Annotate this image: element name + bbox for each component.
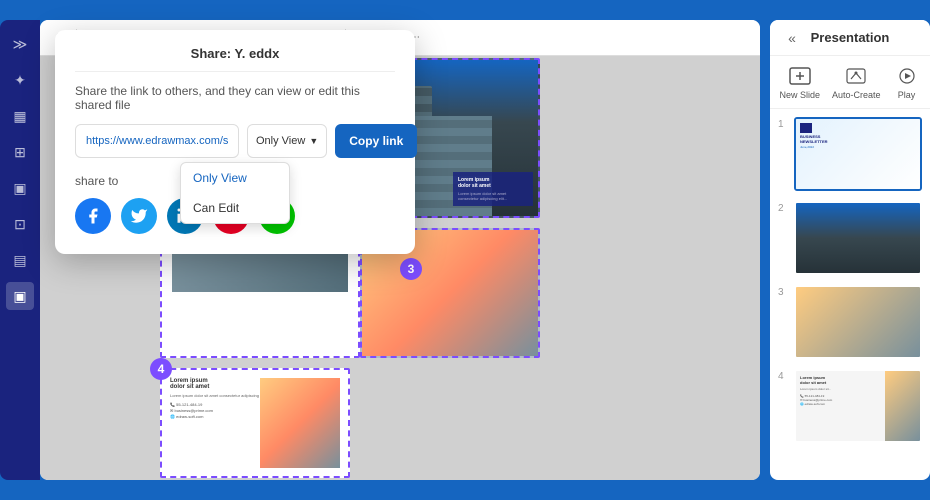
modal-link-row: Only View ▼ Copy link Only View Can Edit [75,124,395,158]
thumb4-body: Lorem ipsum dolor sit... [800,387,881,391]
share-modal: Share: Y. eddx Share the link to others,… [55,30,415,254]
thumb-2-img[interactable] [794,201,922,275]
panel-header: « Presentation [770,20,930,56]
slide-thumb-3[interactable]: 3 [778,285,922,359]
permission-dropdown-menu: Only View Can Edit [180,162,290,224]
twitter-share-button[interactable] [121,198,157,234]
dropdown-arrow: ▼ [309,136,318,146]
slide-thumb-4[interactable]: 4 Lorem ipsumdolor sit amet Lorem ipsum … [778,369,922,443]
slides-list: 1 BUSINESSNEWSLETTER June,2022 2 3 [770,109,930,461]
play-icon [893,64,921,88]
slide-thumb-1[interactable]: 1 BUSINESSNEWSLETTER June,2022 [778,117,922,191]
option-only-view[interactable]: Only View [181,163,289,193]
slide-badge-3: 3 [400,258,422,280]
facebook-share-button[interactable] [75,198,111,234]
sidebar-shapes-icon[interactable]: ✦ [6,66,34,94]
thumb1-logo [800,123,812,133]
new-slide-icon [786,64,814,88]
sidebar-presentation-icon[interactable]: ▣ [6,282,34,310]
slide4-image [260,378,340,468]
slide2-lorem: Lorem ipsumdolor sit amet [458,177,528,189]
right-panel: « Presentation New Slide Au [770,20,930,480]
modal-title: Share: Y. eddx [75,46,395,72]
auto-create-icon [842,64,870,88]
panel-title: Presentation [811,30,890,45]
slide-badge-4: 4 [150,358,172,380]
new-slide-tool[interactable]: New Slide [779,64,820,100]
thumb-3-img[interactable] [794,285,922,359]
thumb-2-num: 2 [778,201,788,214]
sidebar-chart-icon[interactable]: ▤ [6,246,34,274]
play-tool[interactable]: Play [893,64,921,100]
thumb-3-num: 3 [778,285,788,298]
thumb4-text: Lorem ipsumdolor sit amet Lorem ipsum do… [796,371,885,441]
permission-label: Only View [256,135,305,147]
panel-expand-icon[interactable]: « [782,28,802,48]
auto-create-tool[interactable]: Auto-Create [832,64,881,100]
sidebar-expand-icon[interactable]: ≫ [6,30,34,58]
modal-url-input[interactable] [75,124,239,158]
slide2-text-box: Lorem ipsumdolor sit amet Lorem ipsum do… [453,172,533,206]
play-label: Play [898,90,916,100]
thumb4-lorem: Lorem ipsumdolor sit amet [800,375,881,385]
permission-dropdown[interactable]: Only View ▼ [247,124,327,158]
thumb1-title: BUSINESSNEWSLETTER [800,135,916,145]
slide2-body: Lorem ipsum dolor sit amet consectetur a… [458,191,528,201]
thumb4-image [885,371,920,441]
new-slide-label: New Slide [779,90,820,100]
copy-link-button[interactable]: Copy link [335,124,417,158]
slide-4[interactable]: Lorem ipsumdolor sit amet Lorem ipsum do… [160,368,350,478]
panel-tools: New Slide Auto-Create Play [770,56,930,109]
thumb1-date: June,2022 [800,145,916,149]
thumb-1-img[interactable]: BUSINESSNEWSLETTER June,2022 [794,117,922,191]
thumb-4-num: 4 [778,369,788,382]
thumb-4-img[interactable]: Lorem ipsumdolor sit amet Lorem ipsum do… [794,369,922,443]
sidebar-grid-icon[interactable]: ▦ [6,102,34,130]
auto-create-label: Auto-Create [832,90,881,100]
thumb-1-num: 1 [778,117,788,130]
sidebar-table-icon[interactable]: ⊞ [6,138,34,166]
sidebar-media-icon[interactable]: ⊡ [6,210,34,238]
slide-thumb-2[interactable]: 2 [778,201,922,275]
option-can-edit[interactable]: Can Edit [181,193,289,223]
sidebar-image-icon[interactable]: ▣ [6,174,34,202]
left-sidebar: ≫ ✦ ▦ ⊞ ▣ ⊡ ▤ ▣ [0,20,40,480]
modal-description: Share the link to others, and they can v… [75,84,395,112]
